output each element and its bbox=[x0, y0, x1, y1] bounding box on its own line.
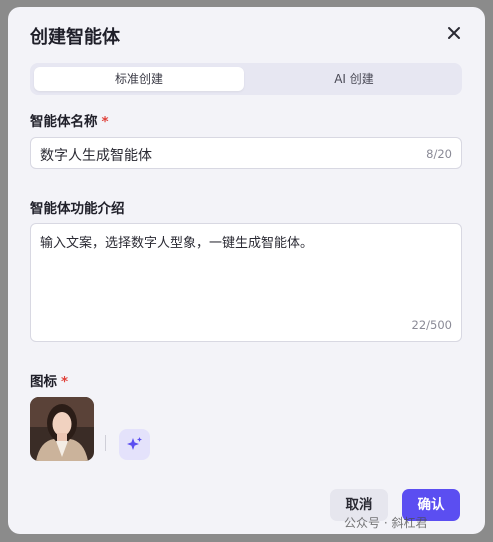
agent-name-counter: 8/20 bbox=[426, 147, 452, 161]
create-agent-dialog: 创建智能体 标准创建 AI 创建 智能体名称 * 数字人生成智能体 8/20 智能… bbox=[8, 7, 485, 534]
avatar-image[interactable] bbox=[30, 397, 94, 461]
tab-ai-create[interactable]: AI 创建 bbox=[250, 67, 458, 91]
ai-generate-icon-button[interactable] bbox=[119, 429, 150, 460]
watermark: 公众号 · 斜杠君 bbox=[344, 516, 428, 530]
agent-description-textarea[interactable]: 输入文案，选择数字人型象，一键生成智能体。 22/500 bbox=[30, 223, 462, 342]
agent-name-label: 智能体名称 * bbox=[30, 110, 109, 130]
icon-label: 图标 * bbox=[30, 370, 68, 390]
dialog-title: 创建智能体 bbox=[30, 27, 120, 48]
required-mark: * bbox=[101, 114, 109, 130]
sparkle-icon bbox=[127, 437, 142, 450]
close-icon[interactable] bbox=[445, 24, 463, 42]
icon-label-text: 图标 bbox=[30, 374, 57, 390]
agent-name-label-text: 智能体名称 bbox=[30, 114, 98, 130]
divider bbox=[105, 435, 106, 451]
agent-description-label: 智能体功能介绍 bbox=[30, 201, 125, 217]
create-mode-tabs: 标准创建 AI 创建 bbox=[30, 63, 462, 95]
tab-standard-create[interactable]: 标准创建 bbox=[34, 67, 244, 91]
agent-description-value: 输入文案，选择数字人型象，一键生成智能体。 bbox=[40, 236, 314, 251]
required-mark: * bbox=[61, 374, 69, 390]
agent-description-counter: 22/500 bbox=[411, 318, 452, 332]
agent-name-input[interactable]: 数字人生成智能体 8/20 bbox=[30, 137, 462, 169]
agent-name-value: 数字人生成智能体 bbox=[40, 148, 152, 164]
